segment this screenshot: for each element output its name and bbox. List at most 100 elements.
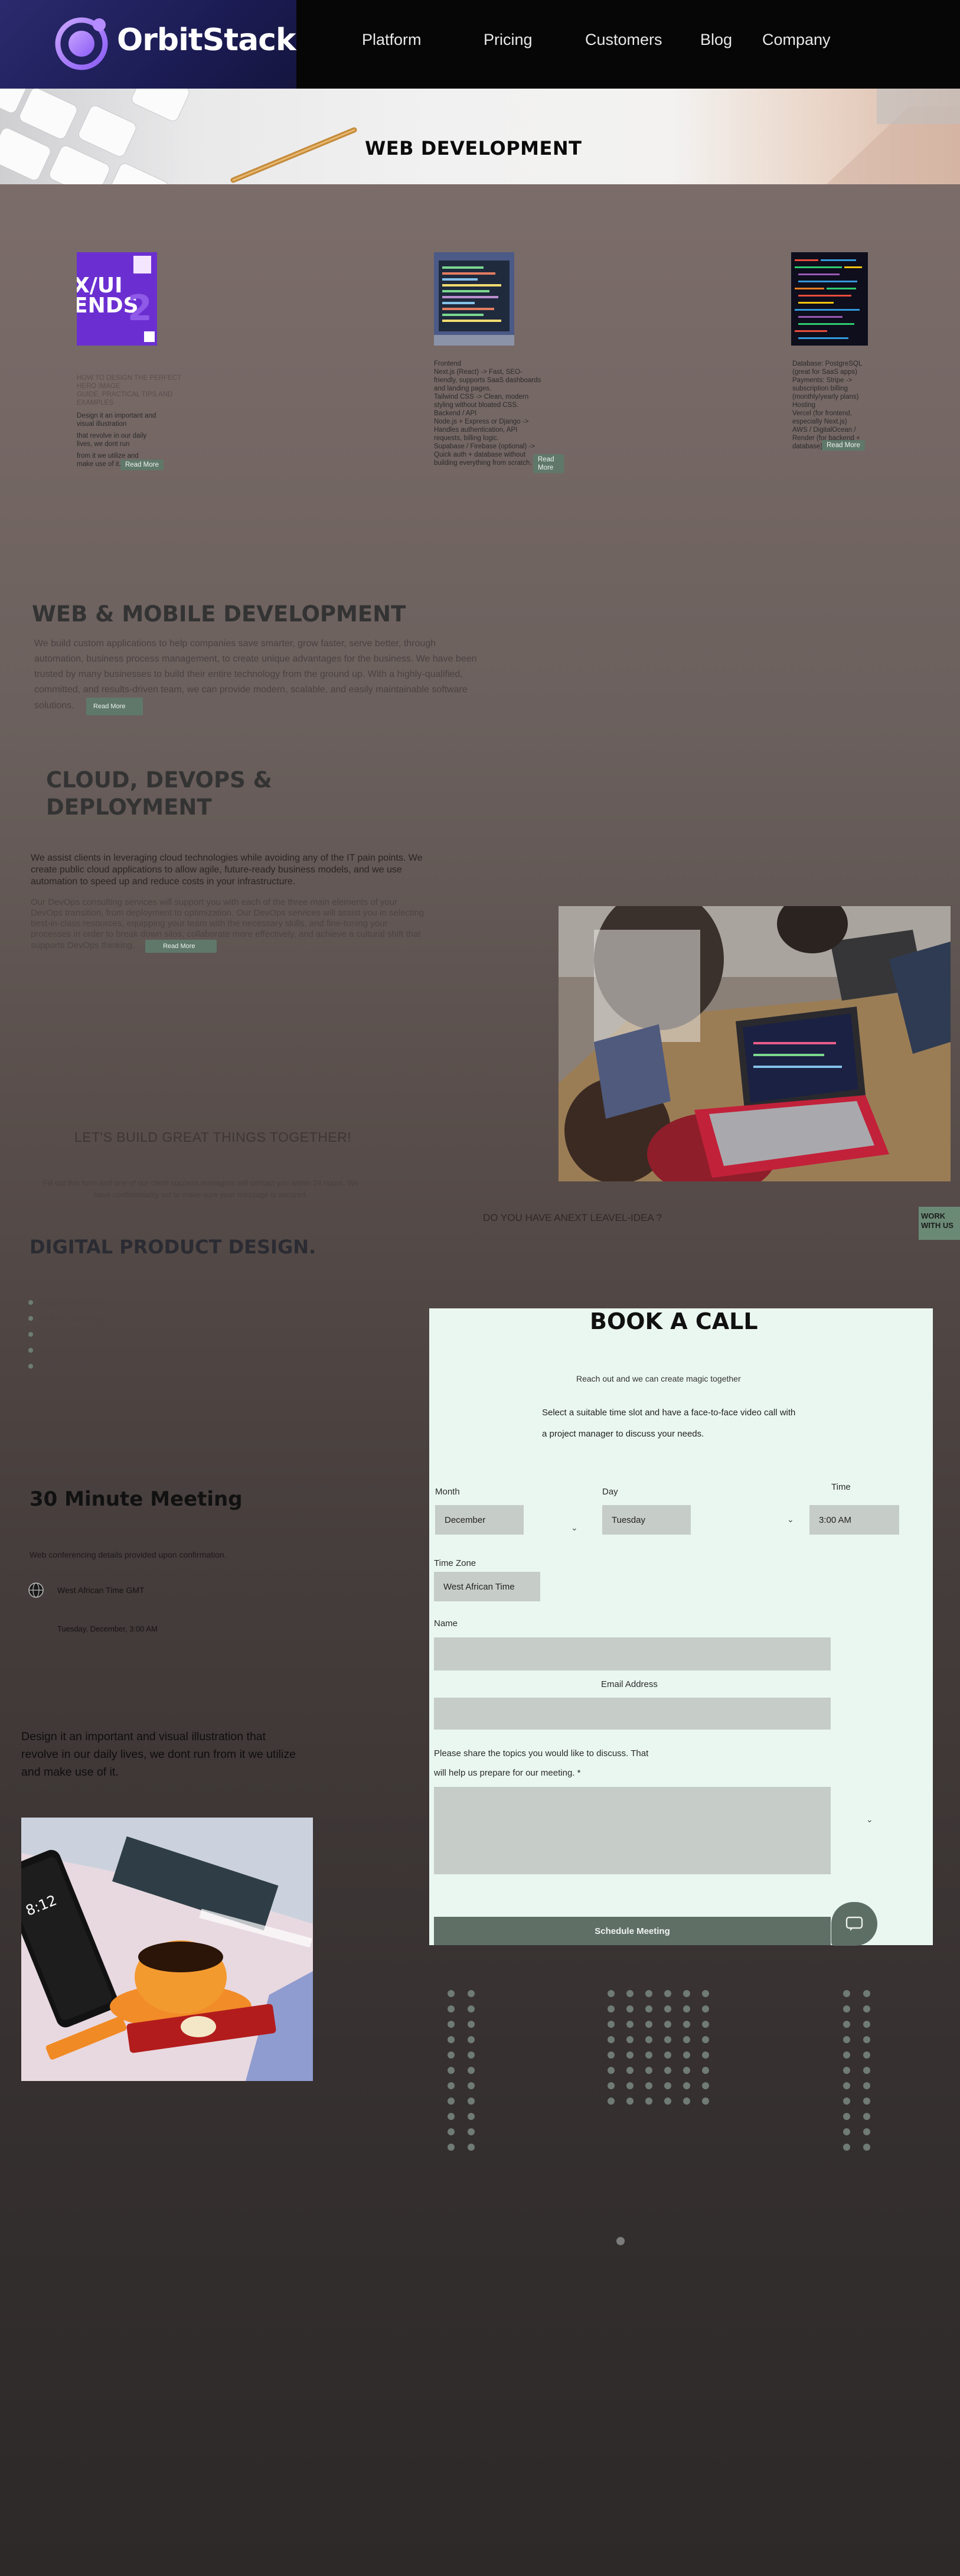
decorative-dot bbox=[702, 2036, 709, 2043]
decorative-dot bbox=[843, 2113, 850, 2120]
decorative-dot bbox=[608, 2098, 615, 2105]
web-mobile-title: WEB & MOBILE DEVELOPMENT bbox=[32, 601, 406, 627]
decorative-dot bbox=[664, 1990, 671, 1997]
bullet-icon bbox=[28, 1332, 33, 1337]
decorative-dot bbox=[683, 2021, 690, 2028]
decorative-dot bbox=[702, 2051, 709, 2059]
decorative-dot bbox=[863, 2005, 870, 2012]
decorative-dot bbox=[608, 2067, 615, 2074]
card-2-line: Next.js (React) -> Fast, SEO- bbox=[434, 369, 523, 376]
chat-widget-button[interactable] bbox=[831, 1902, 877, 1946]
booking-desc-line: Select a suitable time slot and have a f… bbox=[542, 1408, 796, 1418]
decorative-dot bbox=[645, 2021, 652, 2028]
card-thumbnail-ux[interactable]: X/UI ENDS 2 bbox=[77, 252, 157, 346]
decorative-dot bbox=[645, 2036, 652, 2043]
card-3-line: subscription billing bbox=[792, 385, 848, 392]
carousel-dot-indicator[interactable] bbox=[616, 2237, 625, 2245]
decorative-dot bbox=[843, 2021, 850, 2028]
day-chevron-down-icon[interactable]: ⌄ bbox=[787, 1515, 794, 1525]
day-select[interactable]: Tuesday bbox=[602, 1505, 691, 1535]
digital-title: DIGITAL PRODUCT DESIGN. bbox=[30, 1236, 316, 1258]
card-3-read-more-button[interactable]: Read More bbox=[822, 440, 865, 451]
thumb-badge bbox=[144, 331, 155, 342]
decorative-dot bbox=[626, 2067, 634, 2074]
decorative-dot bbox=[645, 2098, 652, 2105]
card-1-text: HOW TO DESIGN THE PERFECT HERO IMAGE GUI… bbox=[77, 374, 207, 470]
time-select[interactable]: 3:00 AM bbox=[809, 1505, 899, 1535]
code-lines-image bbox=[795, 259, 862, 339]
meeting-timezone: West African Time GMT bbox=[57, 1585, 145, 1595]
decorative-dot bbox=[863, 2021, 870, 2028]
nav-platform[interactable]: Platform bbox=[362, 31, 422, 49]
schedule-meeting-button[interactable]: Schedule Meeting bbox=[434, 1917, 831, 1945]
card-1-line: EXAMPLES bbox=[77, 399, 113, 406]
meeting-datetime: Tuesday, December, 3:00 AM bbox=[57, 1624, 158, 1633]
topics-label-line: Please share the topics you would like t… bbox=[434, 1748, 649, 1758]
scroll-chevron-down-icon[interactable]: ⌄ bbox=[866, 1815, 873, 1825]
logo-text[interactable]: OrbitStack bbox=[117, 22, 296, 58]
decorative-dot bbox=[468, 2128, 475, 2135]
bullet-icon bbox=[28, 1316, 33, 1321]
build-line: have confidentiality set to make sure yo… bbox=[93, 1190, 308, 1199]
decorative-dot bbox=[468, 2021, 475, 2028]
decorative-dot bbox=[645, 2005, 652, 2012]
hero-banner: WEB DEVELOPMENT bbox=[0, 89, 960, 184]
card-2-read-more-button[interactable]: Read More bbox=[533, 454, 564, 473]
decorative-dot bbox=[863, 2113, 870, 2120]
card-3-line: (great for SaaS apps) bbox=[792, 369, 857, 376]
month-select[interactable]: December bbox=[435, 1505, 524, 1535]
cloud-title-line: DEPLOYMENT bbox=[46, 794, 212, 820]
email-input[interactable] bbox=[434, 1698, 831, 1730]
cloud-paragraph-1: We assist clients in leveraging cloud te… bbox=[31, 852, 468, 888]
card-2-line: Supabase / Firebase (optional) -> bbox=[434, 443, 535, 450]
topics-textarea[interactable] bbox=[434, 1787, 831, 1874]
chat-icon bbox=[845, 1916, 863, 1931]
decorative-dot bbox=[863, 2067, 870, 2074]
card-1-line: visual illustration bbox=[77, 421, 127, 428]
decorative-dot bbox=[448, 1990, 455, 1997]
cloud-line: We assist clients in leveraging cloud te… bbox=[31, 853, 423, 863]
nav-company[interactable]: Company bbox=[762, 31, 831, 49]
card-3-line: especially Next.js) bbox=[792, 418, 847, 425]
month-chevron-down-icon[interactable]: ⌄ bbox=[571, 1523, 578, 1533]
card-1-read-more-button[interactable]: Read More bbox=[120, 460, 164, 470]
decorative-dot bbox=[863, 2144, 870, 2151]
booking-description: Select a suitable time slot and have a f… bbox=[542, 1402, 795, 1445]
nav-blog[interactable]: Blog bbox=[700, 31, 732, 49]
name-input[interactable] bbox=[434, 1637, 831, 1670]
card-1-line: Design it an important and bbox=[77, 412, 156, 419]
build-paragraph: Fill out this form and one of our client… bbox=[0, 1177, 401, 1201]
orbit-logo-icon[interactable] bbox=[52, 13, 111, 72]
web-mobile-line: solutions. bbox=[34, 701, 74, 711]
decorative-dot bbox=[702, 2005, 709, 2012]
cloud-paragraph-2: Our DevOps consulting services will supp… bbox=[31, 897, 468, 953]
card-thumbnail-code[interactable] bbox=[434, 252, 514, 346]
name-label: Name bbox=[434, 1618, 458, 1629]
cloud-line: create public cloud applications to allo… bbox=[31, 865, 402, 875]
nav-pricing[interactable]: Pricing bbox=[484, 31, 533, 49]
decorative-dot bbox=[645, 2082, 652, 2089]
quote-line: and make use of it. bbox=[21, 1766, 119, 1779]
phone-coffee-photo: 8:12 bbox=[21, 1818, 313, 2081]
card-2-line: Frontend bbox=[434, 360, 462, 367]
cloud-title-line: CLOUD, DEVOPS & bbox=[46, 767, 272, 793]
card-3-line: Hosting bbox=[792, 402, 815, 409]
code-screen-image bbox=[434, 260, 514, 346]
decorative-dot bbox=[626, 2021, 634, 2028]
decorative-dot bbox=[448, 2036, 455, 2043]
card-2-line: Backend / API bbox=[434, 410, 477, 417]
cloud-line: Our DevOps consulting services will supp… bbox=[31, 897, 398, 907]
card-thumbnail-stack[interactable] bbox=[791, 252, 868, 346]
decorative-dot bbox=[626, 2051, 634, 2059]
cloud-read-more-button[interactable]: Read More bbox=[145, 940, 217, 953]
timezone-select[interactable]: West African Time bbox=[434, 1572, 540, 1601]
decorative-dot bbox=[863, 2036, 870, 2043]
card-2-line: Handles authentication, API bbox=[434, 426, 518, 434]
card-1-line: HERO IMAGE bbox=[77, 383, 120, 390]
nav-customers[interactable]: Customers bbox=[585, 31, 662, 49]
dot-pattern-right bbox=[843, 1990, 870, 2151]
decorative-dot bbox=[843, 2128, 850, 2135]
work-with-us-tab[interactable]: WORK WITH US bbox=[919, 1207, 960, 1240]
web-mobile-read-more-button[interactable]: Read More bbox=[86, 698, 143, 715]
booking-subtitle: Reach out and we can create magic togeth… bbox=[576, 1374, 741, 1383]
